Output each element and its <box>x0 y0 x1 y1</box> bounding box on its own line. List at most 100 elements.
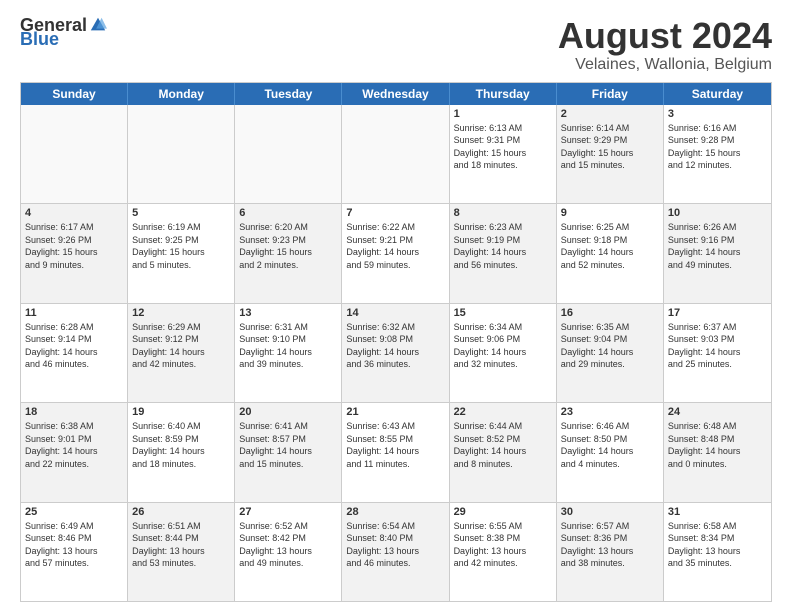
cal-cell: 12 Sunrise: 6:29 AM Sunset: 9:12 PM Dayli… <box>128 304 235 402</box>
cal-header-day: Thursday <box>450 83 557 105</box>
cal-cell: 19Sunrise: 6:40 AM Sunset: 8:59 PM Dayli… <box>128 403 235 501</box>
day-number: 1 <box>454 108 552 120</box>
day-info: Sunrise: 6:25 AM Sunset: 9:18 PM Dayligh… <box>561 221 659 271</box>
day-info: Sunrise: 6:14 AM Sunset: 9:29 PM Dayligh… <box>561 122 659 172</box>
calendar-header: SundayMondayTuesdayWednesdayThursdayFrid… <box>21 83 771 105</box>
day-number: 30 <box>561 506 659 518</box>
cal-header-day: Friday <box>557 83 664 105</box>
cal-cell: 22 Sunrise: 6:44 AM Sunset: 8:52 PM Dayli… <box>450 403 557 501</box>
page: General Blue August 2024 Velaines, Wallo… <box>0 0 792 612</box>
cal-cell: 24 Sunrise: 6:48 AM Sunset: 8:48 PM Dayli… <box>664 403 771 501</box>
cal-cell: 9 Sunrise: 6:25 AM Sunset: 9:18 PM Daylig… <box>557 204 664 302</box>
day-info: Sunrise: 6:28 AM Sunset: 9:14 PM Dayligh… <box>25 321 123 371</box>
day-info: Sunrise: 6:35 AM Sunset: 9:04 PM Dayligh… <box>561 321 659 371</box>
main-title: August 2024 <box>558 16 772 56</box>
cal-cell: 13 Sunrise: 6:31 AM Sunset: 9:10 PM Dayli… <box>235 304 342 402</box>
day-info: Sunrise: 6:31 AM Sunset: 9:10 PM Dayligh… <box>239 321 337 371</box>
cal-cell: 14Sunrise: 6:32 AM Sunset: 9:08 PM Dayli… <box>342 304 449 402</box>
cal-cell: 31 Sunrise: 6:58 AM Sunset: 8:34 PM Dayli… <box>664 503 771 601</box>
day-number: 6 <box>239 207 337 219</box>
cal-week: 18 Sunrise: 6:38 AM Sunset: 9:01 PM Dayli… <box>21 402 771 501</box>
cal-week: 11 Sunrise: 6:28 AM Sunset: 9:14 PM Dayli… <box>21 303 771 402</box>
day-number: 16 <box>561 307 659 319</box>
logo-icon <box>89 16 107 34</box>
day-number: 25 <box>25 506 123 518</box>
cal-cell: 28Sunrise: 6:54 AM Sunset: 8:40 PM Dayli… <box>342 503 449 601</box>
day-info: Sunrise: 6:43 AM Sunset: 8:55 PM Dayligh… <box>346 420 444 470</box>
header: General Blue August 2024 Velaines, Wallo… <box>20 16 772 74</box>
cal-cell <box>342 105 449 203</box>
cal-cell <box>21 105 128 203</box>
day-number: 29 <box>454 506 552 518</box>
day-number: 8 <box>454 207 552 219</box>
day-info: Sunrise: 6:38 AM Sunset: 9:01 PM Dayligh… <box>25 420 123 470</box>
day-info: Sunrise: 6:26 AM Sunset: 9:16 PM Dayligh… <box>668 221 767 271</box>
day-info: Sunrise: 6:48 AM Sunset: 8:48 PM Dayligh… <box>668 420 767 470</box>
day-info: Sunrise: 6:55 AM Sunset: 8:38 PM Dayligh… <box>454 520 552 570</box>
cal-week: 25 Sunrise: 6:49 AM Sunset: 8:46 PM Dayli… <box>21 502 771 601</box>
cal-cell: 2Sunrise: 6:14 AM Sunset: 9:29 PM Daylig… <box>557 105 664 203</box>
day-info: Sunrise: 6:37 AM Sunset: 9:03 PM Dayligh… <box>668 321 767 371</box>
title-block: August 2024 Velaines, Wallonia, Belgium <box>558 16 772 74</box>
cal-cell: 20 Sunrise: 6:41 AM Sunset: 8:57 PM Dayli… <box>235 403 342 501</box>
cal-cell: 7Sunrise: 6:22 AM Sunset: 9:21 PM Daylig… <box>342 204 449 302</box>
cal-week: 1Sunrise: 6:13 AM Sunset: 9:31 PM Daylig… <box>21 105 771 203</box>
day-number: 31 <box>668 506 767 518</box>
day-info: Sunrise: 6:41 AM Sunset: 8:57 PM Dayligh… <box>239 420 337 470</box>
cal-cell: 30 Sunrise: 6:57 AM Sunset: 8:36 PM Dayli… <box>557 503 664 601</box>
cal-header-day: Saturday <box>664 83 771 105</box>
day-info: Sunrise: 6:46 AM Sunset: 8:50 PM Dayligh… <box>561 420 659 470</box>
cal-cell: 3 Sunrise: 6:16 AM Sunset: 9:28 PM Daylig… <box>664 105 771 203</box>
day-number: 5 <box>132 207 230 219</box>
cal-cell: 17Sunrise: 6:37 AM Sunset: 9:03 PM Dayli… <box>664 304 771 402</box>
day-number: 28 <box>346 506 444 518</box>
day-number: 9 <box>561 207 659 219</box>
day-number: 23 <box>561 406 659 418</box>
cal-header-day: Wednesday <box>342 83 449 105</box>
day-info: Sunrise: 6:49 AM Sunset: 8:46 PM Dayligh… <box>25 520 123 570</box>
cal-cell: 29 Sunrise: 6:55 AM Sunset: 8:38 PM Dayli… <box>450 503 557 601</box>
day-info: Sunrise: 6:16 AM Sunset: 9:28 PM Dayligh… <box>668 122 767 172</box>
cal-cell: 1Sunrise: 6:13 AM Sunset: 9:31 PM Daylig… <box>450 105 557 203</box>
day-number: 15 <box>454 307 552 319</box>
day-number: 4 <box>25 207 123 219</box>
cal-cell: 25 Sunrise: 6:49 AM Sunset: 8:46 PM Dayli… <box>21 503 128 601</box>
day-info: Sunrise: 6:20 AM Sunset: 9:23 PM Dayligh… <box>239 221 337 271</box>
day-number: 24 <box>668 406 767 418</box>
cal-cell: 11 Sunrise: 6:28 AM Sunset: 9:14 PM Dayli… <box>21 304 128 402</box>
cal-cell: 10 Sunrise: 6:26 AM Sunset: 9:16 PM Dayli… <box>664 204 771 302</box>
logo-blue-text: Blue <box>20 30 59 48</box>
day-info: Sunrise: 6:29 AM Sunset: 9:12 PM Dayligh… <box>132 321 230 371</box>
cal-header-day: Monday <box>128 83 235 105</box>
cal-cell: 15 Sunrise: 6:34 AM Sunset: 9:06 PM Dayli… <box>450 304 557 402</box>
cal-cell: 27Sunrise: 6:52 AM Sunset: 8:42 PM Dayli… <box>235 503 342 601</box>
logo: General Blue <box>20 16 107 48</box>
day-info: Sunrise: 6:51 AM Sunset: 8:44 PM Dayligh… <box>132 520 230 570</box>
cal-cell: 4Sunrise: 6:17 AM Sunset: 9:26 PM Daylig… <box>21 204 128 302</box>
cal-cell: 23 Sunrise: 6:46 AM Sunset: 8:50 PM Dayli… <box>557 403 664 501</box>
calendar: SundayMondayTuesdayWednesdayThursdayFrid… <box>20 82 772 602</box>
day-info: Sunrise: 6:57 AM Sunset: 8:36 PM Dayligh… <box>561 520 659 570</box>
day-number: 13 <box>239 307 337 319</box>
cal-cell: 6 Sunrise: 6:20 AM Sunset: 9:23 PM Daylig… <box>235 204 342 302</box>
day-number: 7 <box>346 207 444 219</box>
cal-header-day: Sunday <box>21 83 128 105</box>
day-info: Sunrise: 6:44 AM Sunset: 8:52 PM Dayligh… <box>454 420 552 470</box>
day-number: 20 <box>239 406 337 418</box>
day-info: Sunrise: 6:23 AM Sunset: 9:19 PM Dayligh… <box>454 221 552 271</box>
day-info: Sunrise: 6:52 AM Sunset: 8:42 PM Dayligh… <box>239 520 337 570</box>
day-number: 12 <box>132 307 230 319</box>
day-number: 22 <box>454 406 552 418</box>
day-number: 14 <box>346 307 444 319</box>
cal-cell: 18 Sunrise: 6:38 AM Sunset: 9:01 PM Dayli… <box>21 403 128 501</box>
day-number: 18 <box>25 406 123 418</box>
cal-cell: 16 Sunrise: 6:35 AM Sunset: 9:04 PM Dayli… <box>557 304 664 402</box>
day-number: 3 <box>668 108 767 120</box>
day-number: 10 <box>668 207 767 219</box>
day-number: 19 <box>132 406 230 418</box>
cal-cell: 5Sunrise: 6:19 AM Sunset: 9:25 PM Daylig… <box>128 204 235 302</box>
day-info: Sunrise: 6:34 AM Sunset: 9:06 PM Dayligh… <box>454 321 552 371</box>
day-info: Sunrise: 6:58 AM Sunset: 8:34 PM Dayligh… <box>668 520 767 570</box>
cal-cell <box>128 105 235 203</box>
day-number: 11 <box>25 307 123 319</box>
